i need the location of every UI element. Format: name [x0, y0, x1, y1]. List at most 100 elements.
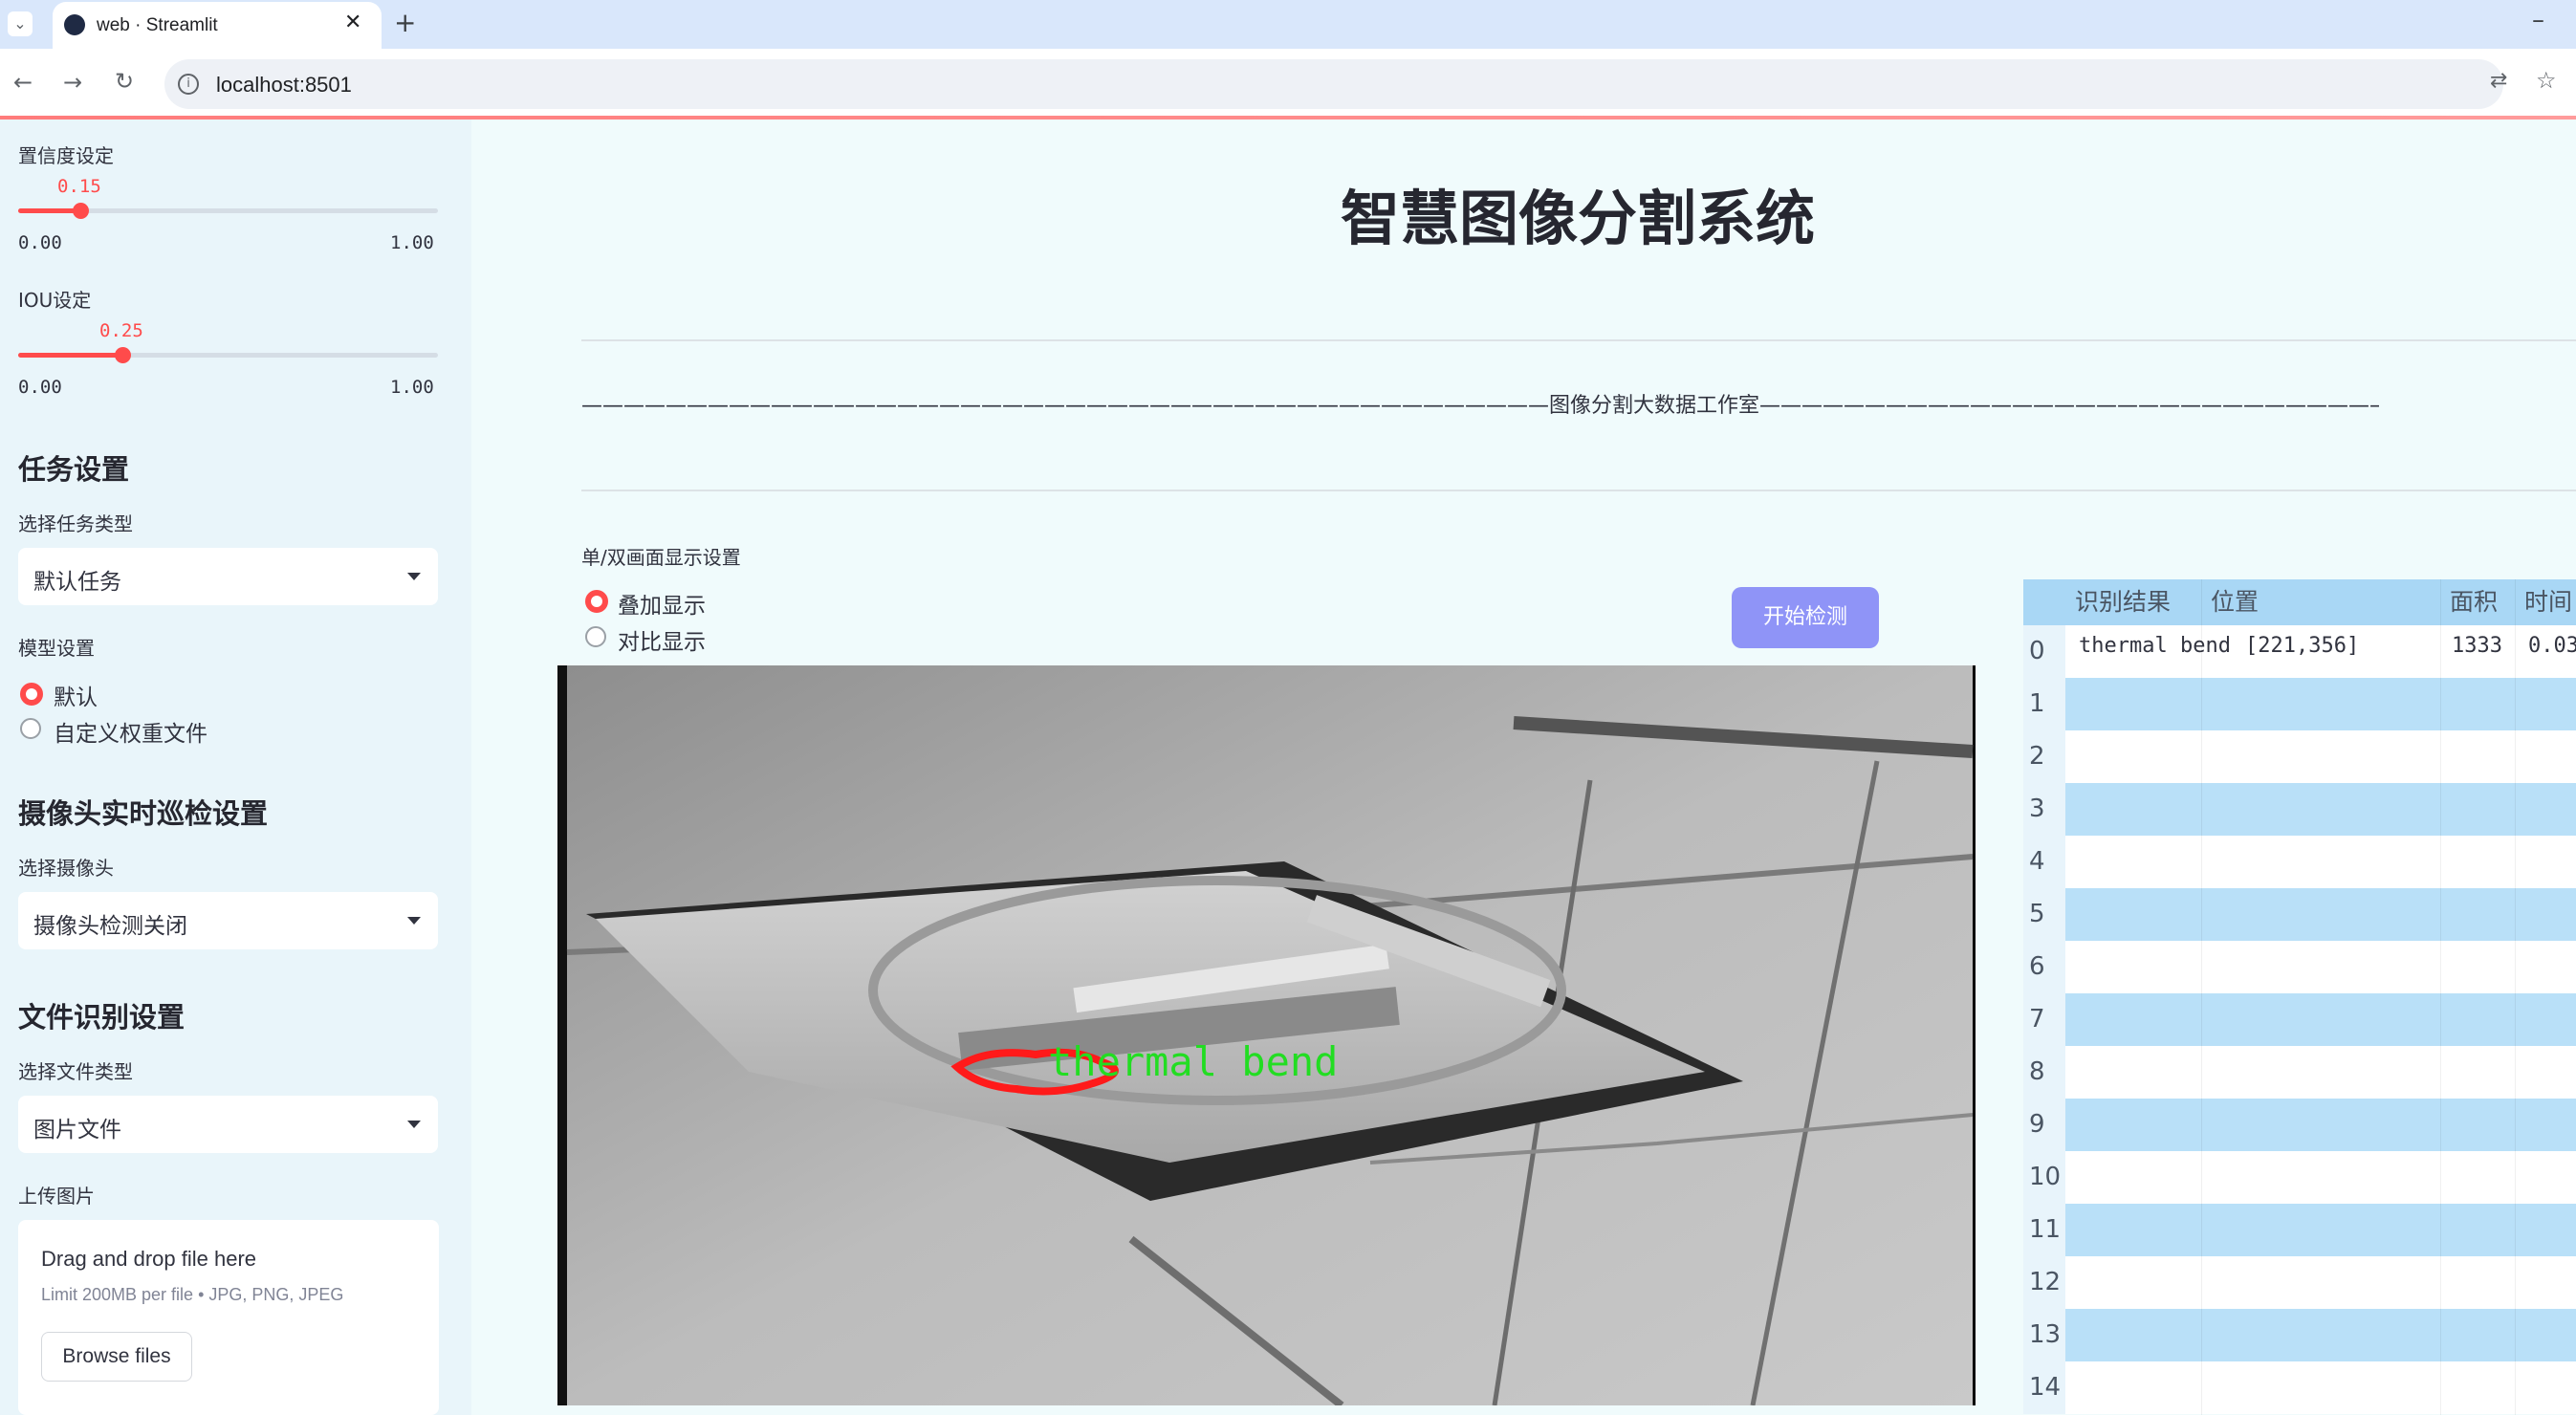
column-header-result[interactable]: 识别结果 [2075, 579, 2172, 625]
display-mode-label: 单/双画面显示设置 [581, 546, 741, 569]
camera-select-value: 摄像头检测关闭 [33, 914, 187, 939]
dropzone-instructions: Drag and drop file here [41, 1247, 257, 1271]
tab-search-chevron-icon[interactable]: ⌄ [8, 11, 33, 36]
column-header-time[interactable]: 时间 [2524, 579, 2573, 625]
model-radio-custom[interactable] [20, 718, 41, 739]
iou-slider-handle[interactable] [115, 347, 131, 363]
cell-area: 1333 [2452, 634, 2502, 658]
studio-banner: ————————————————————————————————————————… [581, 394, 2379, 418]
confidence-value: 0.15 [57, 176, 101, 197]
translate-icon[interactable]: ⇄ [2490, 71, 2507, 92]
cell-position: [221,356] [2245, 634, 2360, 658]
table-row[interactable]: 1 [2023, 678, 2576, 730]
iou-slider-fill [18, 353, 123, 358]
column-header-area[interactable]: 面积 [2450, 579, 2499, 625]
confidence-min: 0.00 [18, 232, 62, 253]
row-index: 5 [2023, 888, 2065, 941]
page-title: 智慧图像分割系统 [1340, 184, 1815, 253]
row-index: 6 [2023, 941, 2065, 993]
table-row[interactable]: 0 thermal bend [221,356] 1333 0.03 [2023, 625, 2576, 678]
minimize-window-icon[interactable]: – [2532, 8, 2544, 33]
url-text[interactable]: localhost:8501 [216, 73, 352, 98]
display-option-compare-label[interactable]: 对比显示 [618, 623, 706, 656]
row-index: 12 [2023, 1256, 2065, 1309]
forward-arrow-icon[interactable]: → [63, 71, 82, 94]
iou-label: IOU设定 [18, 289, 92, 312]
model-option-custom-label[interactable]: 自定义权重文件 [54, 715, 207, 748]
table-row[interactable]: 5 [2023, 888, 2576, 941]
tab-title: web · Streamlit [97, 15, 218, 35]
file-type-label: 选择文件类型 [18, 1060, 133, 1083]
camera-select-label: 选择摄像头 [18, 857, 114, 880]
detection-result-image: thermal bend [557, 665, 1976, 1405]
table-row[interactable]: 10 [2023, 1151, 2576, 1204]
display-radio-compare[interactable] [585, 626, 606, 647]
confidence-slider-handle[interactable] [73, 203, 89, 219]
chevron-down-icon [407, 573, 421, 580]
results-table[interactable]: 识别结果 位置 面积 时间 0 thermal bend [221,356] 1333… [2023, 579, 2576, 1415]
table-row[interactable]: 13 [2023, 1309, 2576, 1361]
confidence-max: 1.00 [390, 232, 434, 253]
reload-icon[interactable]: ↻ [115, 70, 134, 93]
table-row[interactable]: 3 [2023, 783, 2576, 836]
table-row[interactable]: 7 [2023, 993, 2576, 1046]
file-settings-header: 文件识别设置 [18, 1001, 186, 1034]
browse-files-button[interactable]: Browse files [41, 1332, 192, 1382]
row-index: 9 [2023, 1099, 2065, 1151]
file-type-select[interactable]: 图片文件 [18, 1096, 438, 1153]
table-row[interactable]: 2 [2023, 730, 2576, 783]
row-index: 1 [2023, 678, 2065, 730]
back-arrow-icon[interactable]: ← [13, 71, 33, 94]
table-row[interactable]: 4 [2023, 836, 2576, 888]
chevron-down-icon [407, 917, 421, 925]
row-index: 2 [2023, 730, 2065, 783]
table-row[interactable]: 11 [2023, 1204, 2576, 1256]
bookmark-star-icon[interactable]: ☆ [2536, 69, 2557, 92]
start-detection-button[interactable]: 开始检测 [1732, 587, 1879, 648]
iou-max: 1.00 [390, 377, 434, 398]
table-row[interactable]: 14 [2023, 1361, 2576, 1414]
table-row[interactable]: 8 [2023, 1046, 2576, 1099]
detection-label-text: thermal bend [1048, 1038, 1338, 1085]
table-row[interactable]: 12 [2023, 1256, 2576, 1309]
display-option-overlay-label[interactable]: 叠加显示 [618, 587, 706, 620]
browse-files-label[interactable]: Browse files [42, 1333, 191, 1381]
site-info-icon[interactable]: i [178, 74, 199, 95]
column-divider [2440, 579, 2441, 1415]
browser-tab-strip [0, 0, 2576, 49]
upload-label: 上传图片 [18, 1185, 95, 1208]
tab-close-icon[interactable]: ✕ [344, 12, 361, 33]
display-radio-overlay[interactable] [585, 590, 608, 613]
cell-result: thermal bend [2079, 634, 2231, 658]
file-type-value: 图片文件 [33, 1118, 121, 1143]
file-dropzone[interactable]: Drag and drop file here Limit 200MB per … [18, 1220, 439, 1415]
cell-time: 0.03 [2528, 634, 2576, 658]
result-image-canvas: thermal bend [557, 665, 1974, 1405]
row-index: 3 [2023, 783, 2065, 836]
camera-select[interactable]: 摄像头检测关闭 [18, 892, 438, 949]
iou-min: 0.00 [18, 377, 62, 398]
task-type-select[interactable]: 默认任务 [18, 548, 438, 605]
column-header-position[interactable]: 位置 [2211, 579, 2259, 625]
row-index: 0 [2023, 625, 2065, 678]
model-option-default-label[interactable]: 默认 [54, 679, 98, 711]
new-tab-icon[interactable]: + [394, 10, 416, 36]
address-bar[interactable]: i localhost:8501 [164, 59, 2503, 109]
row-index: 14 [2023, 1361, 2065, 1414]
browser-tab[interactable]: web · Streamlit ✕ [53, 2, 382, 49]
table-row[interactable]: 6 [2023, 941, 2576, 993]
row-index: 7 [2023, 993, 2065, 1046]
iou-value: 0.25 [99, 320, 143, 341]
model-radio-default[interactable] [20, 683, 43, 706]
row-index: 8 [2023, 1046, 2065, 1099]
row-index: 4 [2023, 836, 2065, 888]
row-index: 13 [2023, 1309, 2065, 1361]
column-divider [2515, 579, 2516, 1415]
row-index: 10 [2023, 1151, 2065, 1204]
column-divider [2201, 579, 2202, 1415]
model-settings-label: 模型设置 [18, 637, 95, 660]
dropzone-limit-text: Limit 200MB per file • JPG, PNG, JPEG [41, 1285, 344, 1304]
table-row[interactable]: 9 [2023, 1099, 2576, 1151]
streamlit-favicon-icon [64, 14, 85, 35]
divider-top [581, 339, 2576, 341]
